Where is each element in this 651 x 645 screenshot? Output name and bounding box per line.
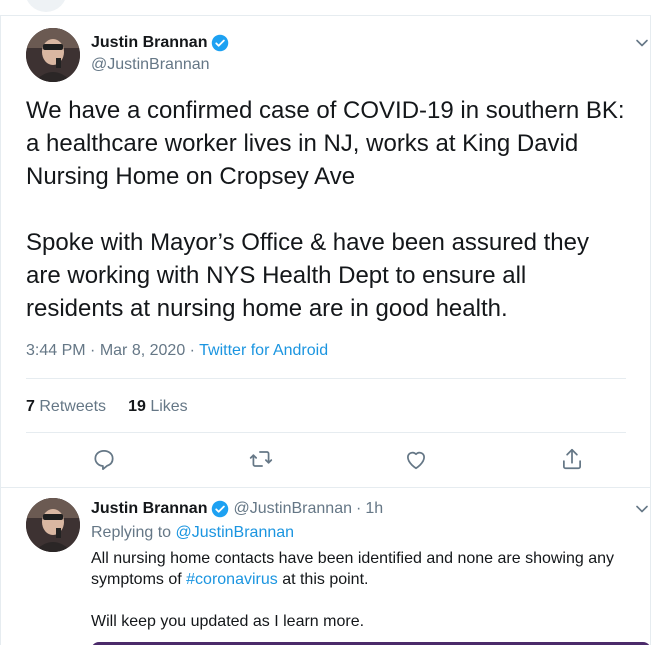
reply-text-line: Will keep you updated as I learn more. bbox=[91, 613, 365, 630]
replying-to-handle-link[interactable]: @JustinBrannan bbox=[176, 524, 295, 541]
verified-badge-icon bbox=[211, 500, 229, 518]
author-name-row: Justin Brannan bbox=[91, 34, 229, 52]
avatar[interactable] bbox=[26, 498, 80, 552]
divider bbox=[26, 378, 626, 379]
tweet-date[interactable]: Mar 8, 2020 bbox=[100, 342, 185, 359]
likes-stat[interactable]: 19 Likes bbox=[128, 398, 188, 416]
tweet-actions bbox=[26, 446, 626, 474]
previous-tweet-edge bbox=[0, 0, 651, 16]
avatar[interactable] bbox=[26, 28, 80, 82]
replying-to: Replying to @JustinBrannan bbox=[91, 524, 294, 542]
meta-separator: · bbox=[90, 342, 96, 359]
tweet-meta: 3:44 PM · Mar 8, 2020 · Twitter for Andr… bbox=[26, 342, 328, 360]
previous-avatar bbox=[25, 0, 67, 12]
author-name[interactable]: Justin Brannan bbox=[91, 34, 207, 52]
retweet-icon[interactable] bbox=[248, 446, 274, 472]
reply-text: All nursing home contacts have been iden… bbox=[91, 548, 641, 632]
replying-to-label: Replying to bbox=[91, 524, 172, 541]
tweet-source-link[interactable]: Twitter for Android bbox=[199, 342, 328, 359]
retweets-label: Retweets bbox=[39, 398, 107, 415]
reply-icon[interactable] bbox=[91, 446, 117, 472]
likes-count: 19 bbox=[128, 398, 146, 415]
likes-label: Likes bbox=[150, 398, 188, 415]
author-name[interactable]: Justin Brannan bbox=[91, 500, 207, 518]
divider bbox=[26, 432, 626, 433]
meta-separator: · bbox=[356, 500, 362, 517]
reply-author-row: Justin Brannan @JustinBrannan · 1h bbox=[91, 500, 383, 518]
reply-tweet[interactable]: Justin Brannan @JustinBrannan · 1h Reply… bbox=[0, 488, 651, 645]
tweet-text: We have a confirmed case of COVID-19 in … bbox=[26, 97, 625, 322]
retweets-stat[interactable]: 7 Retweets bbox=[26, 398, 106, 416]
reply-time-ago[interactable]: 1h bbox=[365, 500, 383, 518]
author-handle[interactable]: @JustinBrannan bbox=[91, 56, 210, 74]
chevron-down-icon[interactable] bbox=[633, 500, 651, 518]
tweet-time[interactable]: 3:44 PM bbox=[26, 342, 86, 359]
retweets-count: 7 bbox=[26, 398, 35, 415]
reply-text-part: at this point. bbox=[277, 571, 369, 588]
tweet-stats: 7 Retweets 19 Likes bbox=[26, 398, 188, 416]
author-handle[interactable]: @JustinBrannan bbox=[233, 500, 352, 518]
like-icon[interactable] bbox=[403, 446, 429, 472]
share-icon[interactable] bbox=[559, 446, 585, 472]
verified-badge-icon bbox=[211, 34, 229, 52]
chevron-down-icon[interactable] bbox=[633, 34, 651, 52]
main-tweet: Justin Brannan @JustinBrannan We have a … bbox=[0, 16, 651, 488]
hashtag-link[interactable]: #coronavirus bbox=[186, 571, 278, 588]
meta-separator: · bbox=[189, 342, 195, 359]
